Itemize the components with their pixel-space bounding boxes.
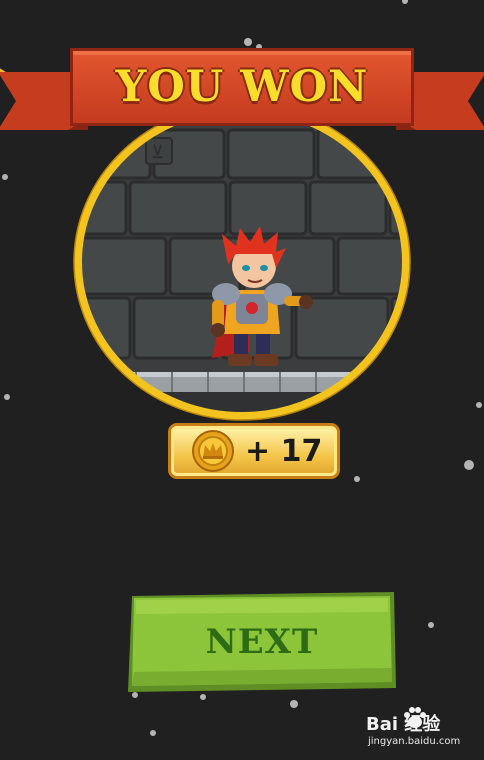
snow-particle xyxy=(4,394,10,400)
victory-banner: YOU WON xyxy=(0,44,484,154)
ribbon-main-band: YOU WON xyxy=(70,48,414,126)
snow-particle xyxy=(354,476,360,482)
reward-amount-text: + 17 xyxy=(245,432,322,472)
snow-particle xyxy=(150,730,156,736)
reward-amount: 17 xyxy=(280,434,323,469)
next-button-label: NEXT xyxy=(205,622,319,662)
watermark: Bai 经验 jingyan.baidu.com xyxy=(364,704,482,756)
reward-prefix: + xyxy=(245,434,281,469)
snow-particle xyxy=(476,402,482,408)
snow-particle xyxy=(428,622,434,628)
snow-particle xyxy=(464,460,474,470)
crown-coin-icon xyxy=(192,430,234,472)
reward-panel: + 17 xyxy=(168,423,340,479)
snow-particle xyxy=(200,694,206,700)
snow-particle xyxy=(290,700,298,708)
snow-particle xyxy=(402,0,408,4)
victory-title: YOU WON xyxy=(115,62,369,112)
level-scene-circle: ⊻ xyxy=(73,112,411,421)
game-screen: ⊻ YOU WON + 17 NEXT Bai 经验 jingyan.baidu… xyxy=(0,0,484,760)
next-button[interactable]: NEXT xyxy=(126,592,398,694)
watermark-url: jingyan.baidu.com xyxy=(368,736,461,747)
watermark-brand: Bai 经验 xyxy=(366,714,441,735)
snow-particle xyxy=(2,174,8,180)
